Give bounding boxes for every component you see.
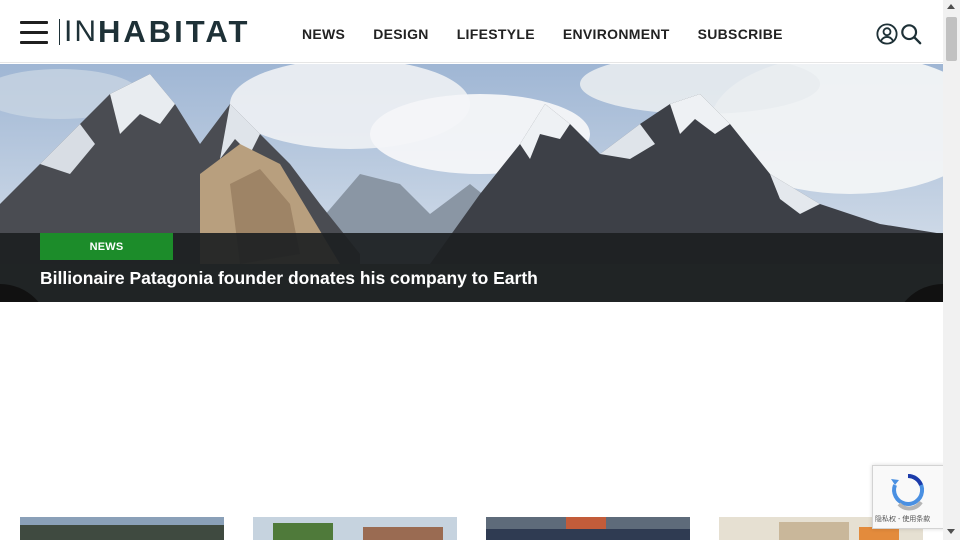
logo-in: IN xyxy=(64,15,98,48)
scroll-up-icon[interactable] xyxy=(947,4,955,9)
user-account-icon[interactable] xyxy=(876,23,898,45)
hero-slider[interactable]: ❮ ❯ xyxy=(0,64,943,302)
search-icon[interactable] xyxy=(900,23,922,45)
hamburger-menu-icon[interactable] xyxy=(20,21,48,45)
recaptcha-terms[interactable]: 隐私权 - 使用条款 xyxy=(875,514,930,524)
hero-mountain-image xyxy=(0,64,943,302)
recaptcha-badge[interactable]: 隐私权 - 使用条款 xyxy=(872,465,943,529)
site-logo[interactable]: IN HABITAT xyxy=(59,15,250,49)
nav-subscribe[interactable]: SUBSCRIBE xyxy=(698,26,783,42)
main-nav: NEWS DESIGN LIFESTYLE ENVIRONMENT SUBSCR… xyxy=(302,26,811,42)
scroll-down-icon[interactable] xyxy=(947,529,955,534)
article-thumbnail[interactable] xyxy=(253,517,457,540)
nav-environment[interactable]: ENVIRONMENT xyxy=(563,26,670,42)
category-badge[interactable]: NEWS xyxy=(40,233,173,260)
recaptcha-logo-icon xyxy=(891,473,925,511)
scrollbar[interactable] xyxy=(943,0,960,540)
nav-design[interactable]: DESIGN xyxy=(373,26,428,42)
hero-headline[interactable]: Billionaire Patagonia founder donates hi… xyxy=(40,268,538,289)
article-thumbnail[interactable] xyxy=(486,517,690,540)
logo-habitat: HABITAT xyxy=(98,14,251,49)
logo-bar xyxy=(59,19,60,45)
site-header: IN HABITAT NEWS DESIGN LIFESTYLE ENVIRON… xyxy=(0,0,943,63)
nav-lifestyle[interactable]: LIFESTYLE xyxy=(457,26,535,42)
article-thumbnail[interactable] xyxy=(20,517,224,540)
nav-news[interactable]: NEWS xyxy=(302,26,345,42)
scrollbar-thumb[interactable] xyxy=(946,17,957,61)
page: IN HABITAT NEWS DESIGN LIFESTYLE ENVIRON… xyxy=(0,0,943,540)
